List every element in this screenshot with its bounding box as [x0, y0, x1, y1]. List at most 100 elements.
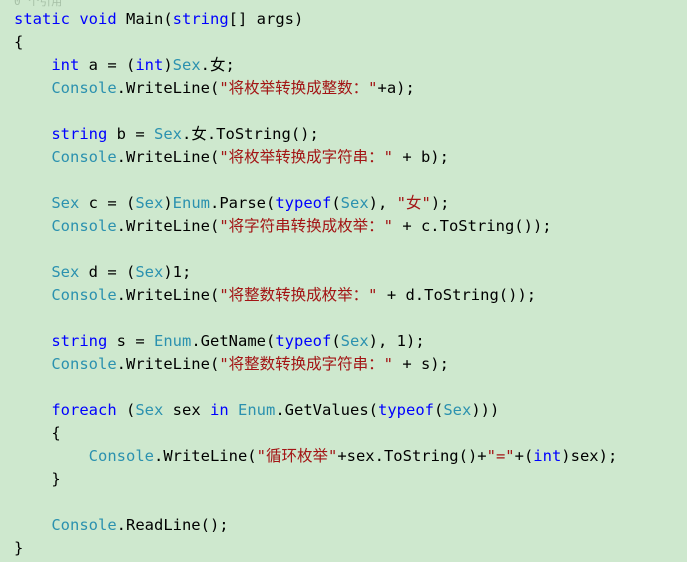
code-token-pln: )	[163, 194, 173, 212]
code-line[interactable]: }	[0, 468, 687, 491]
code-token-pln	[14, 194, 51, 212]
code-token-str: "将枚举转换成字符串："	[219, 148, 393, 166]
code-token-pln: .ReadLine();	[116, 516, 229, 534]
code-token-pln: }	[14, 470, 61, 488]
code-token-pln	[14, 263, 51, 281]
code-token-typ: Sex	[443, 401, 472, 419]
code-line[interactable]: Console.WriteLine("将枚举转换成字符串：" + b);	[0, 146, 687, 169]
code-token-pln: b =	[107, 125, 154, 143]
code-token-typ: Sex	[51, 194, 80, 212]
code-token-pln: .WriteLine(	[153, 447, 257, 465]
code-line[interactable]: Console.WriteLine("将整数转换成枚举：" + d.ToStri…	[0, 284, 687, 307]
code-token-pln: + c.ToString());	[392, 217, 552, 235]
code-token-pln	[14, 447, 89, 465]
code-line[interactable]: Console.WriteLine("将字符串转换成枚举：" + c.ToStr…	[0, 215, 687, 238]
code-token-kw: typeof	[378, 401, 434, 419]
code-token-kw: string	[51, 125, 108, 143]
code-token-typ: Sex	[51, 263, 80, 281]
code-token-pln	[14, 217, 51, 235]
code-token-pln	[229, 401, 238, 419]
code-token-kw: in	[210, 401, 229, 419]
code-line[interactable]: Console.ReadLine();	[0, 514, 687, 537]
code-token-pln: .女.ToString();	[182, 125, 319, 143]
code-token-pln	[14, 79, 51, 97]
code-token-pln: .WriteLine(	[116, 217, 220, 235]
code-token-kw: void	[79, 10, 117, 28]
code-token-str: "="	[486, 447, 515, 465]
code-token-typ: Enum	[154, 332, 192, 350]
code-token-typ: Sex	[135, 263, 164, 281]
code-listing[interactable]: static void Main(string[] args){ int a =…	[0, 8, 687, 560]
code-token-pln	[14, 125, 51, 143]
code-token-pln: s =	[107, 332, 154, 350]
code-token-pln	[14, 56, 51, 74]
code-token-pln: +sex.ToString()+	[337, 447, 487, 465]
code-token-typ: Console	[51, 217, 117, 235]
code-token-typ: Enum	[172, 194, 210, 212]
code-token-pln: {	[14, 424, 61, 442]
code-line[interactable]: Console.WriteLine("循环枚举"+sex.ToString()+…	[0, 445, 687, 468]
code-token-pln: ), 1);	[368, 332, 425, 350]
code-line[interactable]: }	[0, 537, 687, 560]
code-token-typ: Sex	[172, 56, 201, 74]
code-token-str: "循环枚举"	[256, 447, 338, 465]
code-token-pln: + d.ToString());	[377, 286, 537, 304]
code-token-typ: Console	[51, 516, 117, 534]
code-line[interactable]: int a = (int)Sex.女;	[0, 54, 687, 77]
code-token-pln: .GetName(	[191, 332, 276, 350]
code-token-str: "将枚举转换成整数："	[219, 79, 378, 97]
code-token-kw: int	[135, 56, 164, 74]
code-line[interactable]: Console.WriteLine("将枚举转换成整数："+a);	[0, 77, 687, 100]
code-token-typ: Console	[51, 148, 117, 166]
code-line[interactable]: {	[0, 31, 687, 54]
code-line[interactable]: string s = Enum.GetName(typeof(Sex), 1);	[0, 330, 687, 353]
code-token-typ: Sex	[154, 125, 182, 143]
code-token-pln: sex	[163, 401, 210, 419]
code-token-typ: Sex	[135, 401, 164, 419]
code-token-str: "将字符串转换成枚举："	[219, 217, 393, 235]
code-token-kw: string	[172, 10, 229, 28]
code-token-typ: Sex	[340, 194, 369, 212]
code-token-kw: foreach	[51, 401, 117, 419]
code-token-typ: Enum	[238, 401, 276, 419]
code-token-kw: static	[14, 10, 70, 28]
code-token-pln: [] args)	[228, 10, 304, 28]
code-token-pln: a = (	[79, 56, 136, 74]
code-token-typ: Sex	[135, 194, 164, 212]
code-token-kw: int	[533, 447, 562, 465]
code-token-pln: )sex);	[561, 447, 618, 465]
code-token-pln: d = (	[79, 263, 136, 281]
code-token-pln	[14, 332, 51, 350]
code-token-pln: (	[331, 194, 341, 212]
codelens-reference-count[interactable]: 0 个引用	[14, 0, 63, 8]
code-token-str: "女"	[396, 194, 431, 212]
code-token-pln	[14, 355, 51, 373]
code-line[interactable]: Sex d = (Sex)1;	[0, 261, 687, 284]
code-line[interactable]: Sex c = (Sex)Enum.Parse(typeof(Sex), "女"…	[0, 192, 687, 215]
code-line[interactable]: foreach (Sex sex in Enum.GetValues(typeo…	[0, 399, 687, 422]
code-line[interactable]: static void Main(string[] args)	[0, 8, 687, 31]
code-token-kw: string	[51, 332, 108, 350]
code-token-pln: .Parse(	[210, 194, 276, 212]
code-token-pln: )))	[471, 401, 500, 419]
code-token-pln: .GetValues(	[275, 401, 378, 419]
code-token-pln	[14, 286, 51, 304]
code-editor-pane[interactable]: 0 个引用 static void Main(string[] args){ i…	[0, 0, 687, 562]
code-line[interactable]: {	[0, 422, 687, 445]
code-token-pln	[14, 148, 51, 166]
code-token-pln	[14, 401, 51, 419]
code-line[interactable]: Console.WriteLine("将整数转换成字符串：" + s);	[0, 353, 687, 376]
code-token-pln: )	[163, 56, 173, 74]
code-token-str: "将整数转换成枚举："	[219, 286, 378, 304]
code-token-pln: ),	[368, 194, 397, 212]
code-token-pln: Main(	[116, 10, 173, 28]
code-line[interactable]: string b = Sex.女.ToString();	[0, 123, 687, 146]
code-token-typ: Console	[88, 447, 154, 465]
code-token-pln: }	[14, 539, 24, 557]
code-token-pln: + s);	[392, 355, 449, 373]
code-token-str: "将整数转换成字符串："	[219, 355, 393, 373]
